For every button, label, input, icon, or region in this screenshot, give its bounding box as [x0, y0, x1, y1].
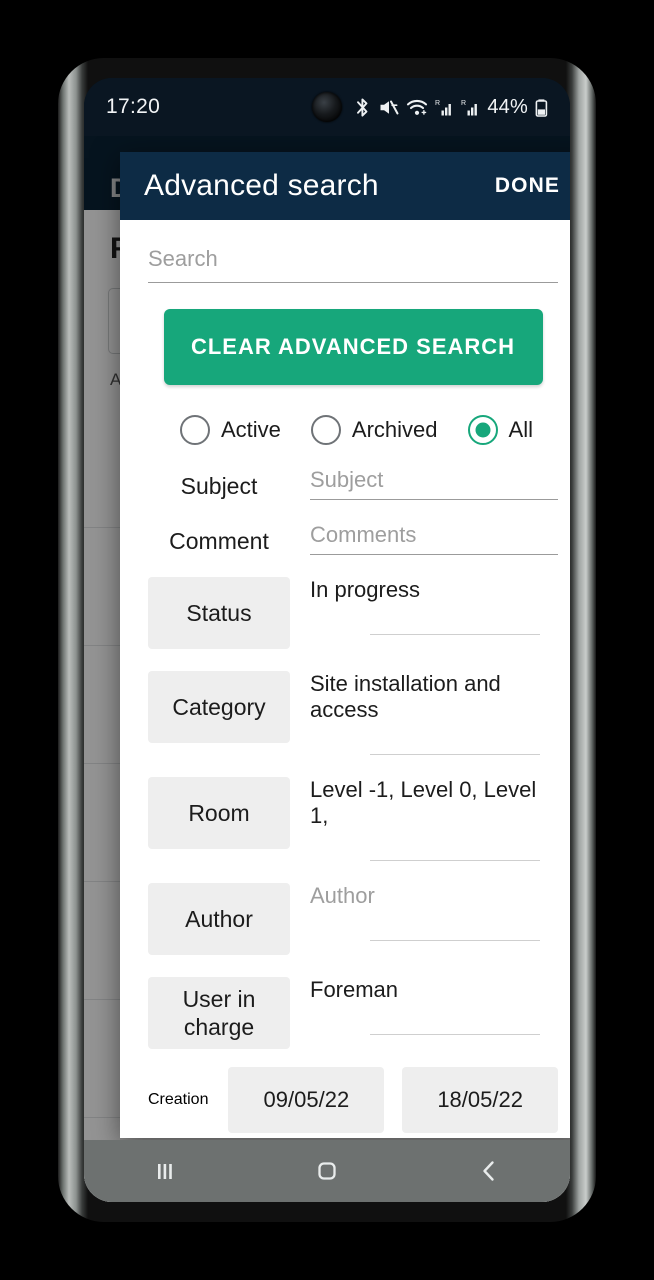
field-underline: Comments	[310, 522, 558, 555]
done-button[interactable]: DONE	[495, 174, 560, 198]
field-label-creation: Creation	[148, 1091, 209, 1108]
clear-advanced-search-button[interactable]: CLEAR ADVANCED SEARCH	[163, 309, 543, 385]
field-row-status: Status In progress	[148, 577, 558, 649]
signal-roaming-1-icon: R	[435, 100, 452, 115]
field-label-category[interactable]: Category	[148, 671, 290, 743]
field-value-status[interactable]: In progress	[290, 577, 558, 635]
radio-label: Active	[221, 417, 281, 442]
radio-circle-icon[interactable]	[310, 415, 341, 445]
screen-root: DEMO EN F A Author:	[0, 0, 654, 1280]
field-underline	[310, 1009, 558, 1035]
radio-circle-selected-icon[interactable]	[467, 415, 498, 445]
field-row-creation: Creation 09/05/22 18/05/22	[148, 1067, 559, 1133]
dialog-header: Advanced search DONE	[120, 152, 570, 220]
signal-roaming-2-icon: R	[461, 100, 478, 115]
dialog-body: Search CLEAR ADVANCED SEARCH Active Arch…	[120, 246, 570, 1133]
field-text-category: Site installation and access	[310, 671, 501, 722]
radio-circle-icon[interactable]	[180, 415, 210, 445]
field-text-room: Level -1, Level 0, Level 1,	[310, 777, 537, 828]
field-row-user-in-charge: User in charge Foreman	[148, 977, 558, 1049]
dialog-title: Advanced search	[144, 169, 379, 202]
creation-date-range: 09/05/22 18/05/22	[208, 1067, 559, 1133]
field-label-status[interactable]: Status	[148, 577, 290, 649]
field-row-category: Category Site installation and access	[148, 671, 558, 755]
status-bar-icons: R R 44%	[354, 96, 548, 119]
field-placeholder-comment[interactable]: Comments	[310, 522, 558, 554]
radio-option-active[interactable]: Active	[180, 415, 281, 445]
phone-shell: DEMO EN F A Author:	[58, 58, 596, 1222]
field-value-comment[interactable]: Comments	[290, 522, 558, 555]
field-label-comment: Comment	[169, 528, 269, 554]
field-underline	[310, 729, 558, 755]
field-row-author: Author Author	[148, 883, 558, 955]
field-label-user-in-charge[interactable]: User in charge	[148, 977, 290, 1049]
radio-option-archived[interactable]: Archived	[310, 415, 438, 445]
status-bar-clock: 17:20	[106, 95, 161, 118]
phone-screen: DEMO EN F A Author:	[84, 78, 570, 1202]
field-label-subject: Subject	[180, 473, 258, 499]
camera-punch-hole	[312, 92, 342, 122]
field-placeholder-subject[interactable]: Subject	[310, 467, 558, 499]
wifi-icon	[407, 99, 428, 115]
field-underline: Subject	[310, 467, 558, 500]
radio-option-all[interactable]: All	[467, 415, 533, 445]
svg-text:R: R	[461, 100, 466, 107]
field-label-author[interactable]: Author	[148, 883, 290, 955]
field-underline	[310, 915, 558, 941]
field-row-comment: Comment Comments	[148, 522, 558, 555]
recents-icon[interactable]	[148, 1154, 182, 1188]
search-field[interactable]: Search	[148, 246, 558, 283]
search-input-placeholder[interactable]: Search	[148, 246, 218, 271]
advanced-search-dialog: Advanced search DONE Search CLEAR ADVANC…	[120, 152, 570, 1138]
field-value-author[interactable]: Author	[290, 883, 558, 941]
android-nav-bar	[84, 1140, 570, 1202]
field-value-room[interactable]: Level -1, Level 0, Level 1,	[290, 777, 558, 861]
radio-label: Archived	[351, 417, 438, 442]
creation-date-to[interactable]: 18/05/22	[402, 1067, 559, 1133]
radio-label: All	[508, 417, 533, 442]
field-label-room[interactable]: Room	[148, 777, 290, 849]
bluetooth-icon	[357, 97, 368, 117]
back-icon[interactable]	[472, 1154, 506, 1188]
field-underline	[310, 609, 558, 635]
field-underline	[310, 835, 558, 861]
mute-icon	[380, 100, 399, 114]
battery-percentage: 44%	[487, 95, 528, 118]
creation-date-from[interactable]: 09/05/22	[228, 1067, 385, 1133]
field-row-subject: Subject Subject	[148, 467, 558, 500]
field-placeholder-author[interactable]: Author	[310, 883, 558, 915]
field-value-category[interactable]: Site installation and access	[290, 671, 558, 755]
battery-icon	[535, 98, 548, 117]
field-value-user-in-charge[interactable]: Foreman	[290, 977, 558, 1035]
field-text-user-in-charge: Foreman	[310, 977, 399, 1002]
home-icon[interactable]	[310, 1154, 344, 1188]
scope-radio-group: Active Archived All	[148, 415, 558, 445]
field-value-subject[interactable]: Subject	[290, 467, 558, 500]
svg-text:R: R	[435, 100, 440, 107]
field-row-room: Room Level -1, Level 0, Level 1,	[148, 777, 558, 861]
field-text-status: In progress	[310, 577, 421, 602]
